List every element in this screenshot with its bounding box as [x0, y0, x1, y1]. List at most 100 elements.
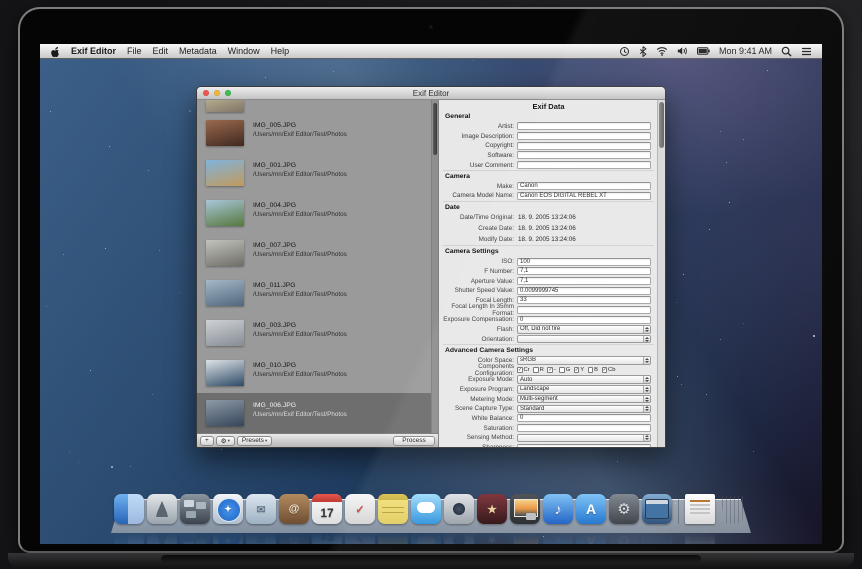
scrollbar-thumb[interactable] — [433, 103, 437, 155]
software-field[interactable] — [517, 151, 651, 160]
camera-model-name-field[interactable]: Canon EOS DIGITAL REBEL XT — [517, 191, 651, 200]
mail-icon[interactable]: ✉ — [246, 494, 276, 524]
itunes-icon[interactable]: ♪ — [543, 494, 573, 524]
exif-editor-icon[interactable] — [642, 494, 672, 524]
window-title-bar[interactable]: Exif Editor — [197, 87, 665, 100]
presets-button[interactable]: Presets ▾ — [236, 435, 273, 446]
copyright-field[interactable] — [517, 141, 651, 150]
menu-window[interactable]: Window — [228, 46, 260, 56]
sharpness-field[interactable] — [517, 443, 651, 447]
imovie-icon[interactable]: ★ — [477, 494, 507, 524]
color-space-select[interactable]: sRGB — [517, 356, 651, 365]
checkbox-b[interactable] — [587, 367, 594, 373]
wifi-icon[interactable] — [656, 46, 668, 56]
exif-row: User Comment: — [443, 160, 654, 170]
field-label: Exposure Program: — [459, 385, 514, 393]
launchpad-icon[interactable] — [147, 494, 177, 524]
document-icon[interactable] — [685, 494, 715, 524]
exposure-program-select[interactable]: Landscape — [517, 385, 651, 394]
exif-row: Software: — [443, 151, 654, 161]
list-item-text: IMG_001.JPG/Users/mn/Exif Editor/Test/Ph… — [253, 162, 347, 178]
user-comment-field[interactable] — [517, 161, 651, 170]
metering-mode-select[interactable]: Multi-segment — [517, 394, 651, 404]
app-store-icon[interactable]: A — [576, 494, 606, 524]
menu-file[interactable]: File — [127, 46, 142, 56]
list-item[interactable]: IMG_011.JPG/Users/mn/Exif Editor/Test/Ph… — [197, 273, 431, 313]
photo-list-scrollbar[interactable] — [431, 100, 438, 433]
add-photo-button[interactable]: + — [200, 435, 214, 446]
spotlight-icon[interactable] — [781, 46, 792, 57]
menu-exif-editor[interactable]: Exif Editor — [71, 46, 116, 56]
bluetooth-icon[interactable] — [639, 45, 647, 57]
time-machine-icon[interactable] — [619, 46, 630, 57]
focal-length-in-35mm-format-field[interactable] — [517, 306, 651, 315]
apple-menu[interactable] — [50, 46, 60, 57]
iphoto-icon[interactable] — [510, 494, 540, 524]
battery-icon[interactable] — [696, 47, 710, 55]
focal-length-field[interactable]: 33 — [517, 296, 651, 305]
checkbox-y[interactable]: ✓ — [573, 367, 580, 373]
safari-icon[interactable]: ✦ — [213, 494, 243, 524]
image-description-field[interactable] — [517, 132, 651, 141]
list-item[interactable] — [197, 100, 431, 113]
messages-icon[interactable] — [411, 494, 441, 524]
list-item[interactable]: IMG_010.JPG/Users/mn/Exif Editor/Test/Ph… — [197, 353, 431, 393]
list-item[interactable]: IMG_004.JPG/Users/mn/Exif Editor/Test/Ph… — [197, 193, 431, 233]
flash-select[interactable]: Off, Did not fire — [517, 325, 651, 334]
star — [720, 339, 721, 340]
stepper-icon — [643, 335, 650, 343]
list-item[interactable]: IMG_003.JPG/Users/mn/Exif Editor/Test/Ph… — [197, 313, 431, 353]
exif-section-general: General Artist: Image Description: Copyrigh… — [443, 111, 654, 170]
menu-metadata[interactable]: Metadata — [179, 46, 217, 56]
checkbox-label: B — [594, 367, 599, 374]
checkbox-cb[interactable]: ✓ — [601, 367, 608, 373]
artist-field[interactable] — [517, 122, 651, 131]
list-item[interactable]: IMG_001.JPG/Users/mn/Exif Editor/Test/Ph… — [197, 153, 431, 193]
scrollbar-thumb[interactable] — [659, 102, 664, 148]
calendar-icon[interactable]: 17 — [312, 494, 342, 524]
contacts-icon[interactable]: @ — [279, 494, 309, 524]
exposure-mode-select[interactable]: Auto — [517, 375, 651, 384]
reminders-icon[interactable]: ✓ — [345, 494, 375, 524]
menu-edit[interactable]: Edit — [153, 46, 169, 56]
white-balance-field[interactable]: 0 — [517, 414, 651, 423]
orientation-select[interactable] — [517, 334, 651, 344]
sensing-method-select[interactable] — [517, 433, 651, 443]
list-item[interactable]: IMG_006.JPG/Users/mn/Exif Editor/Test/Ph… — [197, 393, 431, 433]
f-number-field[interactable]: 7,1 — [517, 267, 651, 276]
list-item[interactable]: IMG_005.JPG/Users/mn/Exif Editor/Test/Ph… — [197, 113, 431, 153]
dock-separator — [675, 494, 682, 524]
volume-icon[interactable] — [677, 46, 688, 56]
menu-help[interactable]: Help — [271, 46, 290, 56]
photo-filename: IMG_010.JPG — [253, 362, 297, 369]
scene-capture-type-select[interactable]: Standard — [517, 404, 651, 414]
shutter-speed-value-field[interactable]: 0.0099999745 — [517, 286, 651, 295]
checkbox-g[interactable] — [559, 367, 565, 373]
notification-center-icon[interactable] — [801, 47, 812, 56]
notes-icon[interactable] — [378, 494, 408, 524]
aperture-value-field[interactable]: 7,1 — [517, 277, 651, 286]
process-button[interactable]: Process — [393, 435, 435, 446]
list-item-text: IMG_003.JPG/Users/mn/Exif Editor/Test/Ph… — [253, 322, 347, 338]
make-field[interactable]: Canon — [517, 182, 651, 191]
photo-path: /Users/mn/Exif Editor/Test/Photos — [253, 370, 347, 378]
trash-icon[interactable] — [721, 495, 745, 524]
field-label: White Balance: — [471, 414, 514, 422]
iso-field[interactable]: 100 — [517, 257, 651, 266]
exif-scrollbar[interactable] — [657, 100, 665, 447]
checkbox-r[interactable] — [533, 367, 539, 373]
system-preferences-icon[interactable]: ⚙ — [609, 494, 639, 524]
finder-icon[interactable] — [114, 494, 144, 524]
checkbox-cr[interactable]: ✓ — [517, 367, 523, 373]
presets-label: Presets — [241, 437, 264, 444]
list-item[interactable]: IMG_007.JPG/Users/mn/Exif Editor/Test/Ph… — [197, 233, 431, 273]
facetime-icon[interactable] — [444, 494, 474, 524]
saturation-field[interactable] — [517, 424, 651, 433]
checkbox-blank[interactable]: ✓ — [547, 367, 553, 373]
gear-menu-button[interactable]: ⚙ ▾ — [215, 435, 235, 446]
dock-icons: ✦ ✉ @17 ✓ ★ ♪ A ⚙ — [114, 494, 748, 524]
exposure-compensation-field[interactable]: 0 — [517, 315, 651, 324]
checkbox-item: R — [533, 367, 544, 373]
mission-control-icon[interactable] — [180, 494, 210, 524]
menu-bar-clock[interactable]: Mon 9:41 AM — [719, 46, 772, 56]
